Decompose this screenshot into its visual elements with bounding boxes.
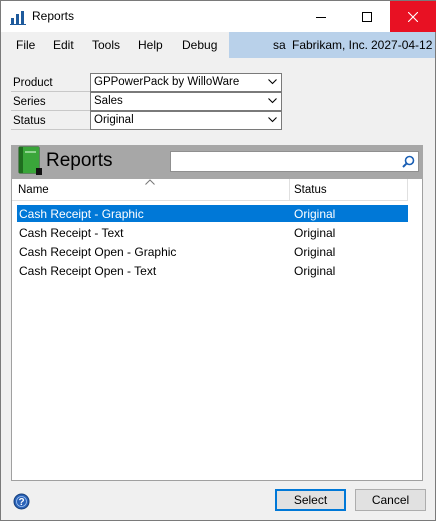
search-icon[interactable] <box>402 155 415 168</box>
list-item[interactable]: Cash Receipt Open - Graphic Original <box>17 243 408 260</box>
cancel-button[interactable]: Cancel <box>355 489 426 511</box>
reports-panel-title: Reports <box>46 150 113 171</box>
report-status: Original <box>294 264 336 278</box>
close-button[interactable] <box>390 1 436 32</box>
series-label-underline <box>11 110 91 111</box>
report-status: Original <box>294 245 336 259</box>
reports-list: Name Status Cash Receipt - Graphic Origi… <box>11 179 423 481</box>
select-button[interactable]: Select <box>275 489 346 511</box>
menu-debug[interactable]: Debug <box>182 38 217 52</box>
column-header-status[interactable]: Status <box>290 179 407 201</box>
cancel-button-label: Cancel <box>371 493 410 507</box>
title-bar: Reports <box>1 1 436 32</box>
column-header-name[interactable]: Name <box>12 179 289 201</box>
company-name: Fabrikam, Inc. <box>292 38 369 52</box>
list-item[interactable]: Cash Receipt - Graphic Original <box>17 205 408 222</box>
chevron-down-icon <box>268 98 277 104</box>
minimize-button[interactable] <box>298 1 344 32</box>
minimize-icon <box>316 16 326 18</box>
status-select[interactable]: Original <box>90 111 282 130</box>
menu-file[interactable]: File <box>16 38 35 52</box>
report-status: Original <box>294 207 336 221</box>
app-chart-icon <box>10 11 26 25</box>
select-button-label: Select <box>293 493 328 507</box>
sort-up-icon <box>145 179 155 185</box>
reports-window: Reports File Edit Tools Help Debug sa Fa… <box>0 0 436 521</box>
status-label-underline <box>11 129 91 130</box>
report-name: Cash Receipt - Text <box>19 226 124 240</box>
column-status-label: Status <box>294 184 327 196</box>
chevron-down-icon <box>268 117 277 123</box>
session-info: sa Fabrikam, Inc. 2027-04-12 <box>229 32 435 58</box>
status-value: Original <box>94 114 134 126</box>
chevron-down-icon <box>268 79 277 85</box>
help-icon[interactable]: ? <box>13 493 30 510</box>
menu-bar: File Edit Tools Help Debug sa Fabrikam, … <box>1 32 435 58</box>
status-label: Status <box>13 115 46 127</box>
close-icon <box>408 11 418 22</box>
list-item[interactable]: Cash Receipt - Text Original <box>17 224 408 241</box>
book-icon <box>18 146 42 175</box>
user-name: sa <box>273 38 286 52</box>
series-select[interactable]: Sales <box>90 92 282 111</box>
product-label-underline <box>11 91 91 92</box>
user-date: 2027-04-12 <box>371 38 433 52</box>
maximize-icon <box>362 11 372 22</box>
report-status: Original <box>294 226 336 240</box>
product-value: GPPowerPack by WilloWare <box>94 76 240 88</box>
window-title: Reports <box>32 9 75 23</box>
menu-help[interactable]: Help <box>138 38 163 52</box>
report-name: Cash Receipt - Graphic <box>19 207 144 221</box>
menu-tools[interactable]: Tools <box>92 38 120 52</box>
series-label: Series <box>13 96 46 108</box>
search-field[interactable] <box>170 151 419 172</box>
product-select[interactable]: GPPowerPack by WilloWare <box>90 73 282 92</box>
maximize-button[interactable] <box>344 1 390 32</box>
series-value: Sales <box>94 95 123 107</box>
search-input[interactable] <box>173 153 398 170</box>
menu-edit[interactable]: Edit <box>53 38 74 52</box>
svg-text:?: ? <box>18 497 24 508</box>
report-name: Cash Receipt Open - Text <box>19 264 157 278</box>
product-label: Product <box>13 77 53 89</box>
column-name-label: Name <box>18 184 49 196</box>
list-item[interactable]: Cash Receipt Open - Text Original <box>17 262 408 279</box>
report-name: Cash Receipt Open - Graphic <box>19 245 177 259</box>
column-separator[interactable] <box>407 179 408 201</box>
